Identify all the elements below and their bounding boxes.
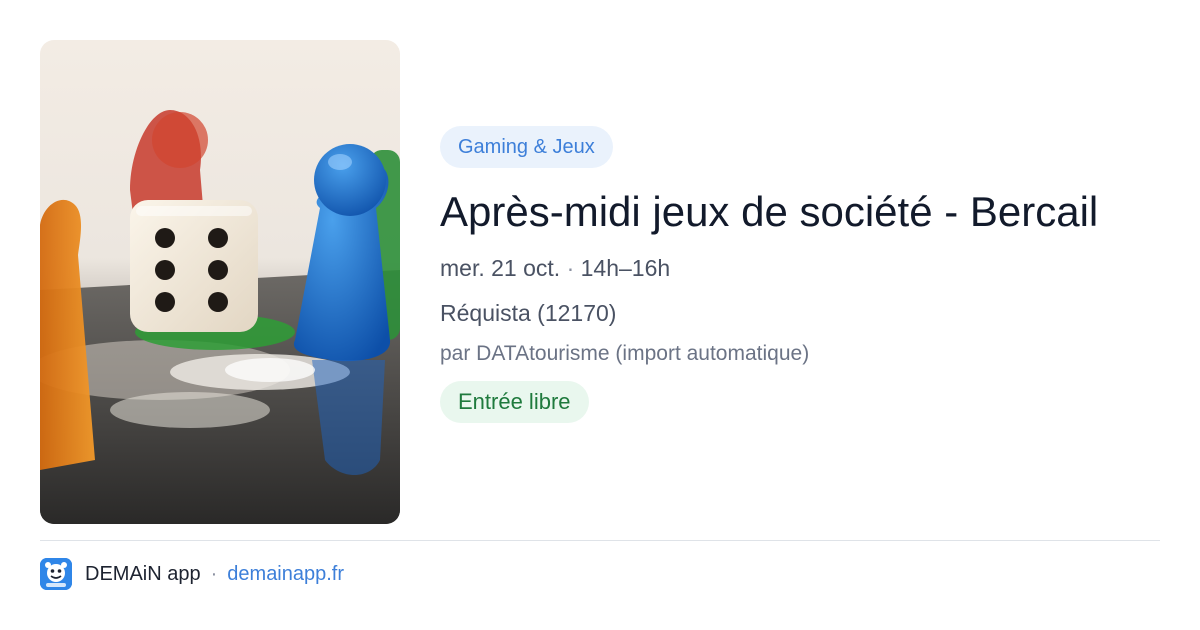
event-image (40, 40, 400, 524)
event-organizer: par DATAtourisme (import automatique) (440, 342, 810, 365)
event-time: 14h–16h (580, 255, 671, 281)
event-title[interactable]: Après-midi jeux de société - Bercail (440, 186, 1180, 238)
event-location: Réquista (12170) (440, 300, 617, 326)
category-chip[interactable]: Gaming & Jeux (440, 126, 613, 168)
footer: DEMAiN app · demainapp.fr (40, 558, 344, 590)
footer-divider (40, 540, 1160, 541)
event-info: Gaming & Jeux Après-midi jeux de société… (440, 126, 1180, 423)
site-link[interactable]: demainapp.fr (227, 563, 344, 586)
event-date: mer. 21 oct. (440, 255, 561, 281)
price-badge: Entrée libre (440, 381, 589, 423)
footer-separator: · (210, 562, 218, 585)
date-separator: · (566, 255, 575, 281)
app-logo-icon (40, 558, 72, 590)
event-date-time: mer. 21 oct. · 14h–16h (440, 254, 1180, 282)
app-name: DEMAiN app (85, 562, 201, 585)
